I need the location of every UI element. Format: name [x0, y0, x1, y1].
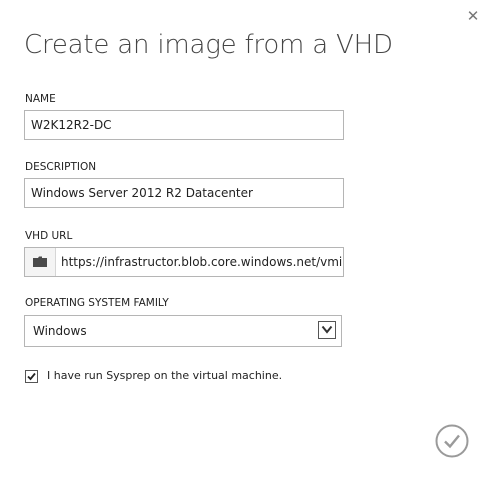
description-label: DESCRIPTION	[25, 161, 97, 173]
chevron-down-icon[interactable]	[318, 321, 336, 339]
vhd-url-value[interactable]: https://infrastructor.blob.core.windows.…	[61, 248, 343, 276]
folder-icon	[33, 256, 47, 267]
os-family-label: OPERATING SYSTEM FAMILY	[25, 297, 169, 309]
vhd-url-field[interactable]: https://infrastructor.blob.core.windows.…	[24, 247, 344, 277]
close-icon[interactable]: ✕	[466, 8, 480, 24]
sysprep-checkbox[interactable]	[25, 370, 38, 383]
os-family-select[interactable]: Windows	[24, 315, 342, 347]
name-label: NAME	[25, 93, 56, 105]
os-family-selected-value: Windows	[33, 324, 87, 338]
checkmark-circle-icon	[435, 424, 469, 458]
sysprep-checkbox-label[interactable]: I have run Sysprep on the virtual machin…	[47, 369, 282, 382]
checkmark-icon	[27, 372, 36, 381]
name-input[interactable]	[24, 110, 344, 140]
browse-storage-button[interactable]	[25, 248, 56, 276]
dialog-title: Create an image from a VHD	[24, 30, 393, 60]
description-input[interactable]	[24, 178, 344, 208]
confirm-button[interactable]	[435, 424, 469, 458]
vhd-url-label: VHD URL	[25, 230, 73, 242]
